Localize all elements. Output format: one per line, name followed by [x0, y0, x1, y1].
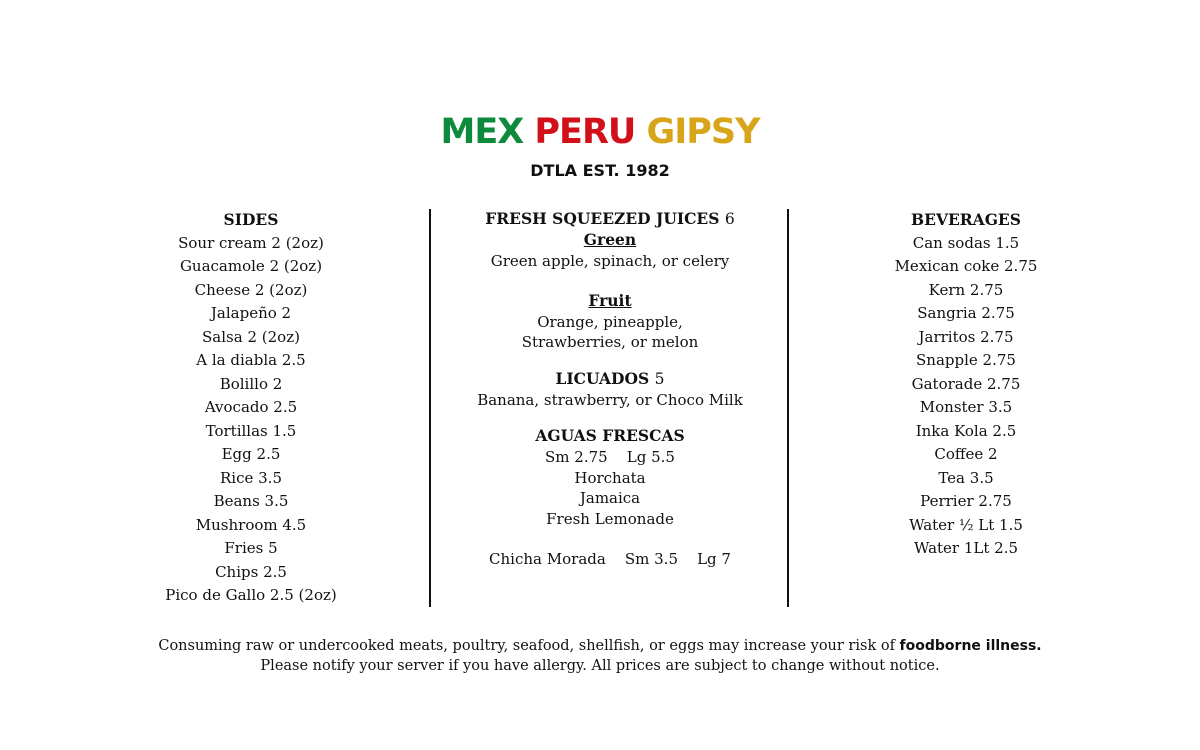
brand-word-gipsy: GIPSY — [646, 112, 761, 152]
beverage-item: Sangria 2.75 — [917, 304, 1015, 322]
green-juice-label: Green — [583, 230, 637, 249]
aguas-flavor: Jamaica — [579, 489, 641, 507]
disclaimer-line-2: Please notify your server if you have al… — [260, 658, 940, 674]
aguas-flavor: Horchata — [574, 468, 646, 487]
aguas-flavor: Fresh Lemonade — [546, 509, 674, 528]
beverage-item: Mexican coke 2.75 — [894, 257, 1038, 275]
beverage-item: Snapple 2.75 — [916, 351, 1016, 369]
licuados-title: LICUADOS — [555, 368, 650, 388]
sides-heading: SIDES — [223, 210, 279, 229]
juices-section: FRESH SQUEEZED JUICES 6 Green Green appl… — [440, 208, 780, 353]
allergy-disclaimer: Consuming raw or undercooked meats, poul… — [0, 636, 1200, 676]
beverage-item: Kern 2.75 — [928, 280, 1004, 299]
beverage-item: Tea 3.5 — [938, 468, 994, 487]
fruit-juice-desc-1: Orange, pineapple, — [537, 312, 683, 331]
beverage-item: Perrier 2.75 — [920, 492, 1012, 510]
juices-title: FRESH SQUEEZED JUICES — [485, 209, 720, 228]
licuados-price: 5 — [654, 369, 665, 388]
disclaimer-bold-text: foodborne illness. — [899, 638, 1042, 654]
beverage-item: Water ½ Lt 1.5 — [909, 515, 1023, 534]
side-item: Sour cream 2 (2oz) — [178, 233, 324, 252]
green-juice-desc: Green apple, spinach, or celery — [490, 251, 730, 270]
sides-column: SIDES Sour cream 2 (2oz) Guacamole 2 (2oz… — [131, 208, 371, 608]
licuados-section: LICUADOS 5 Banana, strawberry, or Choco … — [440, 368, 780, 411]
side-item: Mushroom 4.5 — [195, 515, 307, 534]
side-item: Tortillas 1.5 — [205, 421, 297, 440]
beverage-item: Inka Kola 2.5 — [915, 421, 1017, 440]
side-item: Salsa 2 (2oz) — [202, 327, 300, 346]
side-item: Jalapeño 2 — [210, 304, 292, 322]
side-item: Beans 3.5 — [213, 492, 289, 510]
disclaimer-text: Consuming raw or undercooked meats, poul… — [158, 638, 895, 654]
fruit-juice-label: Fruit — [588, 291, 632, 310]
juices-price: 6 — [724, 210, 735, 228]
side-item: Egg 2.5 — [221, 445, 281, 463]
aguas-heading: AGUAS FRESCAS — [535, 426, 685, 445]
chicha-morada-item: Chicha Morada Sm 3.5 Lg 7 — [489, 550, 731, 568]
sides-list: Sour cream 2 (2oz) Guacamole 2 (2oz) Chees… — [131, 232, 371, 608]
aguas-sizes: Sm 2.75 Lg 5.5 — [545, 448, 675, 466]
beverages-column: BEVERAGES Can sodas 1.5 Mexican coke 2.75… — [846, 208, 1086, 561]
beverages-heading: BEVERAGES — [911, 210, 1021, 229]
side-item: Pico de Gallo 2.5 (2oz) — [165, 586, 337, 604]
beverage-item: Jarritos 2.75 — [918, 327, 1014, 346]
beverage-item: Gatorade 2.75 — [911, 374, 1021, 393]
drinks-column: FRESH SQUEEZED JUICES 6 Green Green appl… — [440, 208, 780, 570]
brand-word-peru: PERU — [534, 112, 636, 152]
side-item: Avocado 2.5 — [204, 398, 298, 416]
column-divider-left — [429, 209, 431, 607]
brand-subtitle: DTLA EST. 1982 — [530, 161, 670, 180]
beverage-item: Monster 3.5 — [919, 398, 1013, 416]
disclaimer-line-1: Consuming raw or undercooked meats, poul… — [0, 636, 1200, 656]
side-item: Cheese 2 (2oz) — [194, 280, 308, 299]
side-item: Bolillo 2 — [219, 374, 283, 393]
juices-heading: FRESH SQUEEZED JUICES 6 — [440, 208, 780, 230]
aguas-section: AGUAS FRESCAS Sm 2.75 Lg 5.5 Horchata Ja… — [440, 425, 780, 570]
column-divider-right — [787, 209, 789, 607]
licuados-heading: LICUADOS 5 — [440, 368, 780, 390]
side-item: Guacamole 2 (2oz) — [179, 257, 323, 275]
beverages-list: Can sodas 1.5 Mexican coke 2.75 Kern 2.75 S… — [846, 232, 1086, 561]
licuados-desc: Banana, strawberry, or Choco Milk — [477, 390, 743, 409]
side-item: Rice 3.5 — [220, 468, 282, 487]
beverage-item: Can sodas 1.5 — [912, 233, 1020, 252]
side-item: Fries 5 — [224, 539, 278, 557]
brand-logo: MEX PERU GIPSY — [0, 112, 1200, 152]
beverage-item: Coffee 2 — [934, 445, 998, 463]
side-item: A la diabla 2.5 — [196, 351, 306, 369]
fruit-juice-desc-2: Strawberries, or melon — [521, 333, 699, 351]
side-item: Chips 2.5 — [215, 562, 287, 581]
brand-word-mex: MEX — [440, 112, 524, 152]
beverage-item: Water 1Lt 2.5 — [913, 539, 1019, 557]
